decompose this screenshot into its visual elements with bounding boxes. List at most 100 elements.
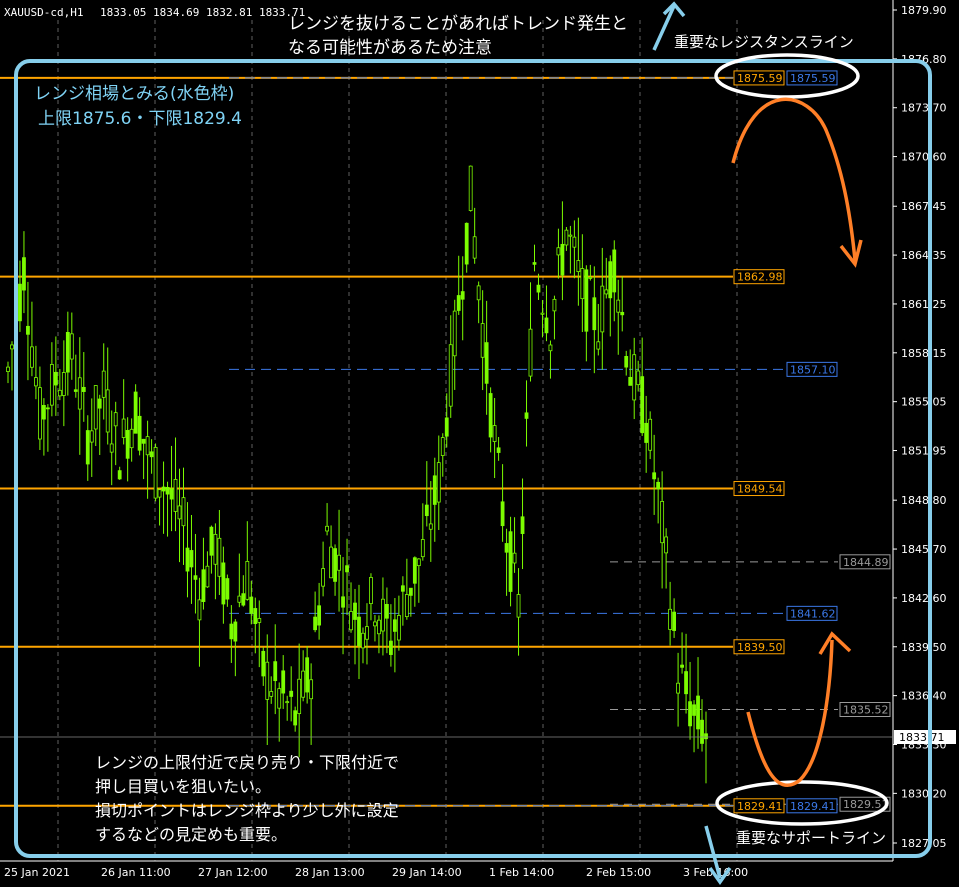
strategy-line1: レンジの上限付近で戻り売り・下限付近で <box>95 753 399 772</box>
candle-body <box>305 657 310 693</box>
candle-body <box>177 505 182 520</box>
candle-body <box>38 387 42 440</box>
price-tick-label: 1870.60 <box>901 151 947 164</box>
candle-body <box>309 679 314 700</box>
candle-body <box>369 577 373 605</box>
candle-body <box>45 407 50 410</box>
candle-body <box>488 393 493 438</box>
candle-body <box>656 481 661 490</box>
candle-body <box>660 501 665 544</box>
candle-body <box>301 670 306 698</box>
resistance-caption: 重要なレジスタンスライン <box>674 33 854 51</box>
candle-body <box>500 501 505 527</box>
candle-body <box>53 371 58 386</box>
symbol-label: XAUUSD-cd,H1 <box>4 6 83 19</box>
candle-body <box>365 626 369 640</box>
candle-body <box>81 386 86 392</box>
candle-body <box>448 344 453 407</box>
candle-body <box>41 405 46 420</box>
candle-body <box>373 621 377 627</box>
price-tick-label: 1855.05 <box>901 396 947 409</box>
candle-body <box>189 550 194 568</box>
candle-body <box>612 249 617 293</box>
time-tick-label: 1 Feb 14:00 <box>489 866 554 879</box>
candle-body <box>337 554 341 571</box>
candle-body <box>169 488 174 500</box>
candle-body <box>101 370 106 398</box>
price-tick-label: 1851.95 <box>901 445 947 458</box>
candle-body <box>440 437 445 456</box>
level-label-grey: 1835.52 <box>843 703 889 716</box>
candle-body <box>528 328 533 377</box>
candle-body <box>277 688 282 709</box>
candle-body <box>129 428 134 449</box>
level-label-blue: 1875.59 <box>790 72 836 85</box>
candle-body <box>285 701 290 704</box>
candle-body <box>676 682 680 694</box>
candle-body <box>560 243 565 276</box>
time-tick-label: 25 Jan 2021 <box>4 866 70 879</box>
candle-body <box>704 733 708 740</box>
candle-body <box>245 561 250 600</box>
candle-body <box>165 486 170 495</box>
candle-body <box>385 604 389 619</box>
level-label-blue: 1857.10 <box>790 363 836 376</box>
candle-body <box>504 543 509 553</box>
candle-body <box>576 260 581 273</box>
candle-body <box>600 285 605 333</box>
candle-body <box>524 412 529 419</box>
candle-body <box>624 356 629 368</box>
candle-body <box>532 262 537 265</box>
level-label-grey: 1844.89 <box>843 556 889 569</box>
candle-body <box>221 562 226 605</box>
level-label-orange: 1875.59 <box>737 72 783 85</box>
candle-body <box>205 565 210 588</box>
candle-body <box>608 261 613 299</box>
candle-body <box>289 690 294 697</box>
candle-body <box>157 489 162 498</box>
candle-body <box>544 317 549 334</box>
candle-body <box>672 611 676 631</box>
candle-body <box>197 599 202 621</box>
candle-body <box>420 539 425 558</box>
candle-body <box>181 497 186 527</box>
candle-body <box>636 370 641 386</box>
candle-body <box>452 310 457 357</box>
price-tick-label: 1848.80 <box>901 494 947 507</box>
price-tick-label: 1879.90 <box>901 4 947 17</box>
candle-body <box>173 479 178 512</box>
candle-body <box>85 430 90 465</box>
candle-body <box>428 523 433 530</box>
price-tick-label: 1836.40 <box>901 690 947 703</box>
price-tick-label: 1842.60 <box>901 592 947 605</box>
level-label-orange: 1862.98 <box>737 271 783 284</box>
breakout-note-line1: レンジを抜けることがあればトレンド発生と <box>288 14 628 34</box>
candle-body <box>237 595 242 603</box>
candle-body <box>584 269 589 332</box>
candle-body <box>361 632 365 649</box>
time-tick-label: 26 Jan 11:00 <box>101 866 171 879</box>
candle-body <box>700 719 704 744</box>
ohlc-values: 1833.05 1834.69 1832.81 1833.71 <box>100 6 305 19</box>
candle-body <box>412 557 417 584</box>
range-title: レンジ相場とみる(水色枠) <box>34 84 234 104</box>
candle-body <box>281 670 286 694</box>
candle-body <box>377 619 381 635</box>
price-tick-label: 1873.70 <box>901 102 947 115</box>
candle-body <box>77 377 82 410</box>
price-tick-label: 1858.15 <box>901 347 947 360</box>
price-tick-label: 1845.70 <box>901 543 947 556</box>
current-price-label: 1833.71 <box>899 731 945 744</box>
candle-body <box>185 547 190 572</box>
candle-body <box>109 443 114 453</box>
candle-body <box>620 311 625 316</box>
candle-body <box>57 389 62 397</box>
candle-body <box>680 664 684 668</box>
candle-body <box>145 436 150 456</box>
candle-body <box>329 546 333 579</box>
candle-body <box>484 342 489 384</box>
candle-body <box>34 377 38 387</box>
candle-body <box>596 341 601 350</box>
candle-body <box>436 462 441 503</box>
candle-body <box>22 257 26 291</box>
